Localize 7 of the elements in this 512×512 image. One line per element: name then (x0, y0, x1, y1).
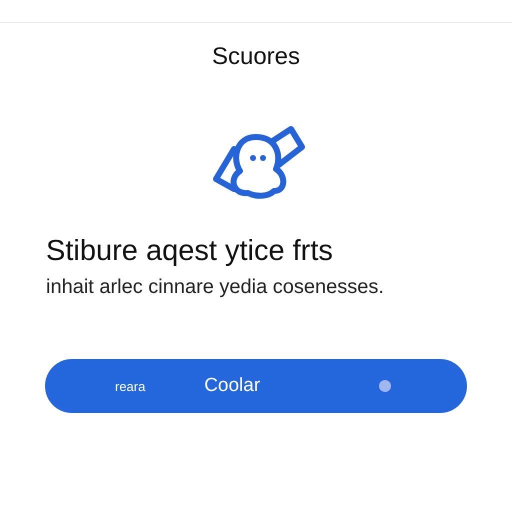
action-button[interactable]: reara Coolar (45, 359, 467, 413)
description: inhait arlec cinnare yedia cosenesses. (46, 276, 385, 299)
page-title: Scuores (210, 43, 302, 71)
button-label: reara (115, 378, 146, 394)
button-title: Coolar (204, 375, 260, 397)
dot-icon (379, 380, 391, 392)
heading: Stibure aqest ytice frts (46, 235, 334, 268)
